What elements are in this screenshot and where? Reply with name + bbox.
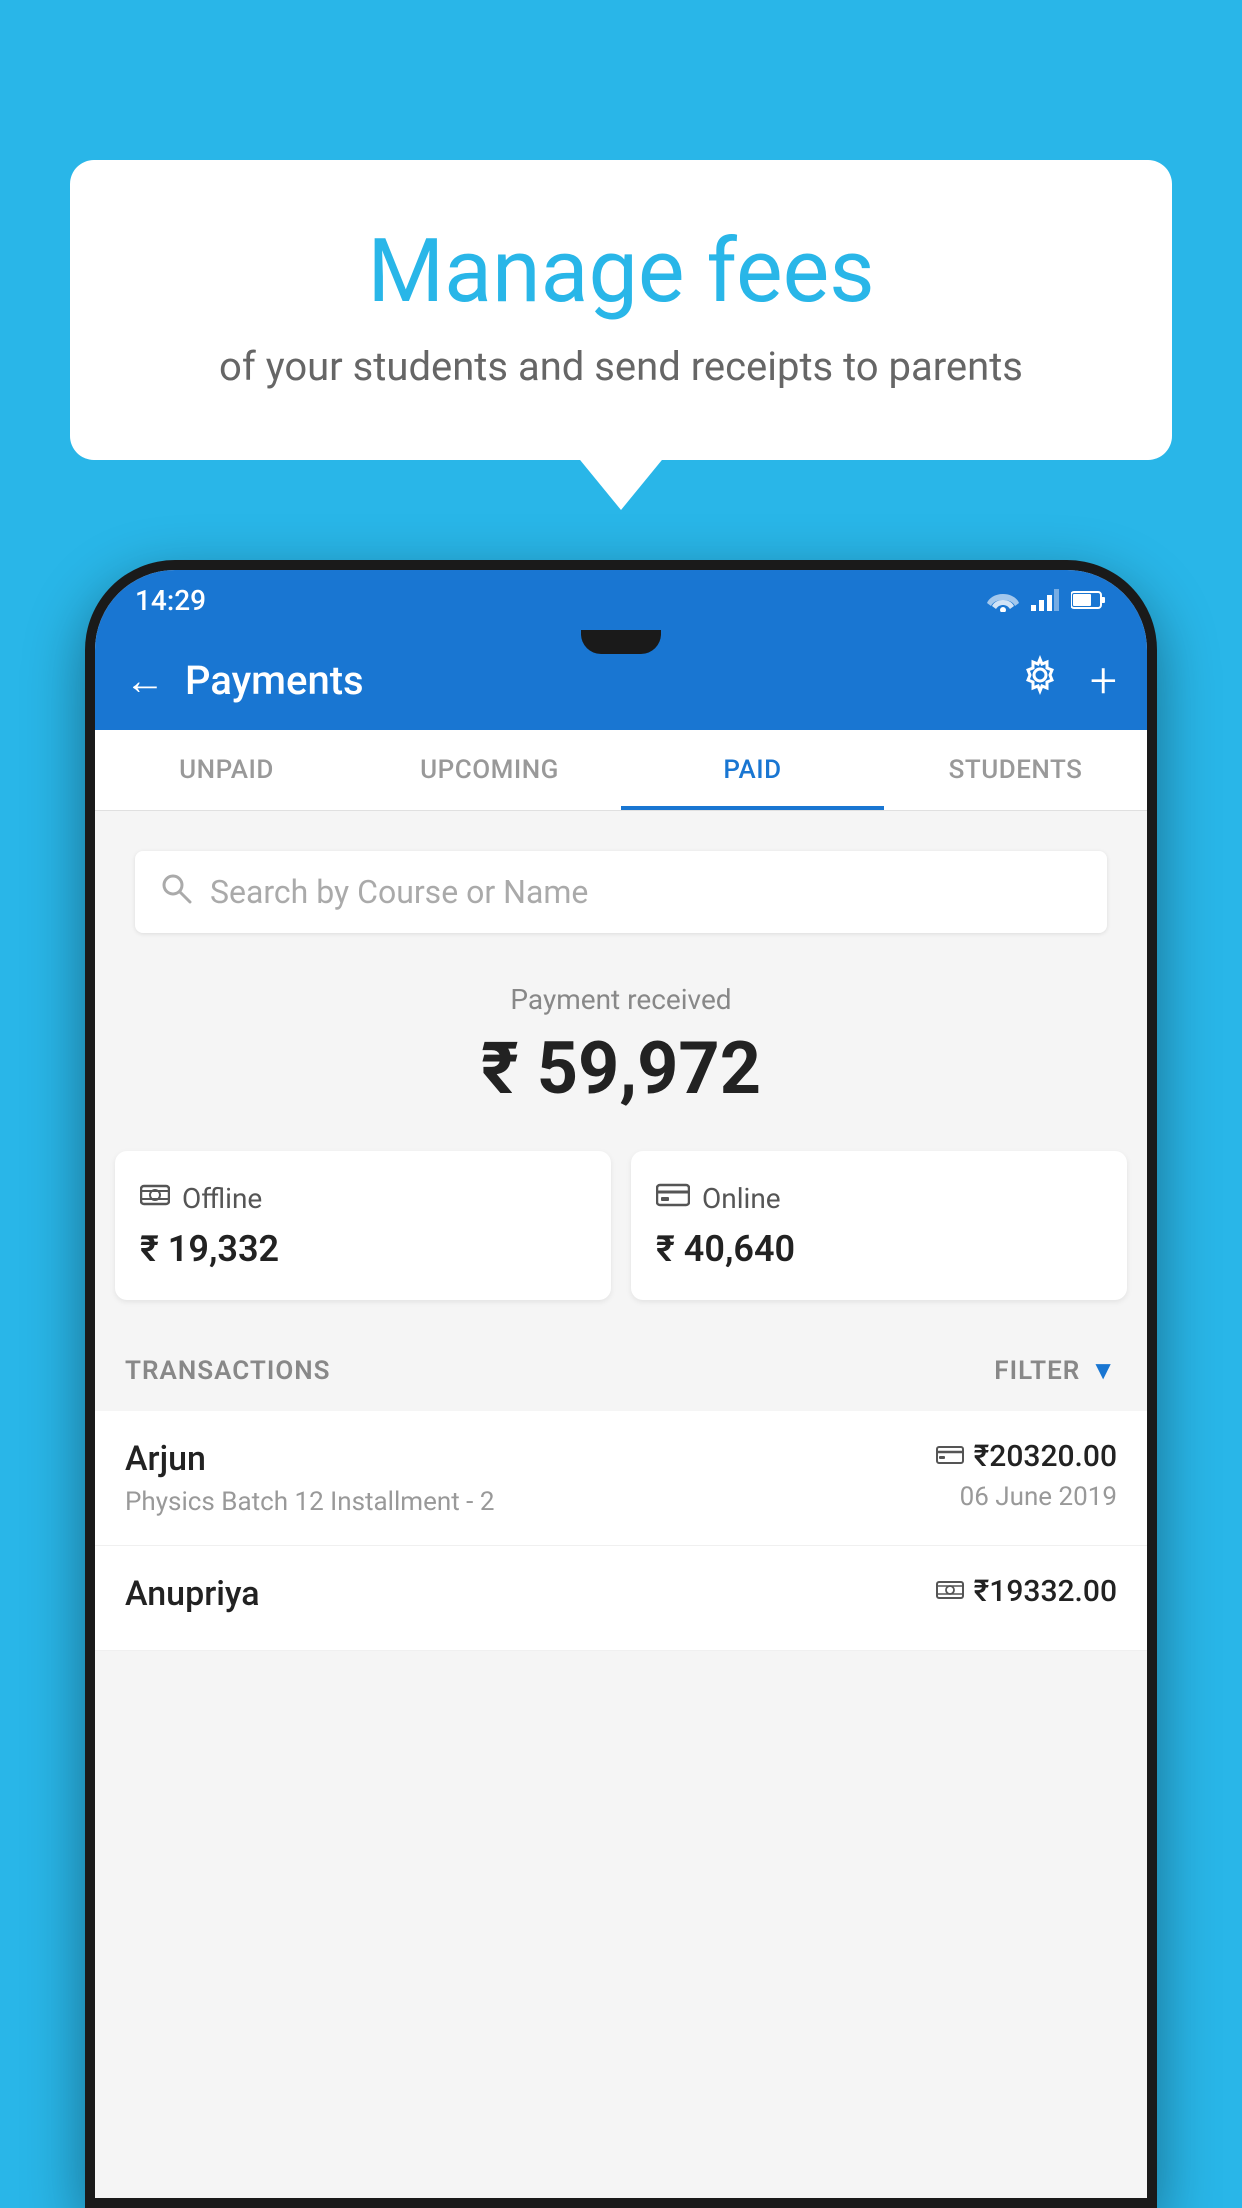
card-payment-icon bbox=[936, 1445, 964, 1465]
card-header-online: Online bbox=[656, 1181, 1102, 1216]
wifi-icon bbox=[987, 588, 1019, 612]
app-title: Payments bbox=[185, 657, 1020, 704]
tab-upcoming[interactable]: UPCOMING bbox=[358, 730, 621, 810]
online-amount: ₹ 40,640 bbox=[656, 1228, 1102, 1270]
status-bar: 14:29 bbox=[95, 570, 1147, 630]
filter-button[interactable]: FILTER ▼ bbox=[994, 1355, 1117, 1386]
tab-unpaid[interactable]: UNPAID bbox=[95, 730, 358, 810]
transaction-row[interactable]: Arjun Physics Batch 12 Installment - 2 ₹… bbox=[95, 1411, 1147, 1546]
app-bar-actions: + bbox=[1020, 652, 1117, 709]
transaction-amount: ₹19332.00 bbox=[974, 1574, 1117, 1609]
transaction-date: 06 June 2019 bbox=[936, 1482, 1117, 1512]
transaction-left: Anupriya bbox=[125, 1574, 260, 1622]
status-icons bbox=[987, 588, 1107, 612]
phone-frame: 14:29 bbox=[85, 560, 1157, 2208]
status-time: 14:29 bbox=[135, 584, 206, 617]
cash-payment-icon bbox=[936, 1580, 964, 1600]
transactions-header: TRANSACTIONS FILTER ▼ bbox=[95, 1330, 1147, 1411]
transaction-amount: ₹20320.00 bbox=[974, 1439, 1117, 1474]
offline-amount: ₹ 19,332 bbox=[140, 1228, 586, 1270]
transaction-right: ₹20320.00 06 June 2019 bbox=[936, 1439, 1117, 1512]
bubble-subtitle: of your students and send receipts to pa… bbox=[130, 343, 1112, 390]
cash-icon bbox=[140, 1182, 170, 1208]
offline-icon bbox=[140, 1181, 170, 1216]
magnifier-icon bbox=[160, 872, 192, 904]
speech-bubble: Manage fees of your students and send re… bbox=[70, 160, 1172, 460]
payment-label: Payment received bbox=[115, 983, 1127, 1016]
filter-icon: ▼ bbox=[1090, 1355, 1117, 1386]
payment-amount: ₹ 59,972 bbox=[115, 1026, 1127, 1111]
online-card: Online ₹ 40,640 bbox=[631, 1151, 1127, 1300]
offline-card: Offline ₹ 19,332 bbox=[115, 1151, 611, 1300]
back-button[interactable]: ← bbox=[125, 657, 165, 704]
payment-summary: Payment received ₹ 59,972 bbox=[95, 953, 1147, 1141]
transaction-card-icon bbox=[936, 1443, 964, 1471]
transaction-cash-icon bbox=[936, 1580, 964, 1604]
online-label: Online bbox=[702, 1182, 781, 1215]
phone-screen: 14:29 bbox=[95, 570, 1147, 2198]
transaction-row[interactable]: Anupriya ₹19332.00 bbox=[95, 1546, 1147, 1651]
transaction-name: Arjun bbox=[125, 1439, 494, 1479]
bubble-title: Manage fees bbox=[130, 220, 1112, 323]
transaction-amount-row: ₹19332.00 bbox=[936, 1574, 1117, 1609]
signal-icon bbox=[1031, 589, 1059, 611]
search-bar[interactable]: Search by Course or Name bbox=[135, 851, 1107, 933]
offline-label: Offline bbox=[182, 1182, 262, 1215]
battery-icon bbox=[1071, 590, 1107, 610]
tab-bar: UNPAID UPCOMING PAID STUDENTS bbox=[95, 730, 1147, 811]
filter-label: FILTER bbox=[994, 1356, 1080, 1386]
card-header-offline: Offline bbox=[140, 1181, 586, 1216]
card-icon bbox=[656, 1182, 690, 1208]
transaction-right: ₹19332.00 bbox=[936, 1574, 1117, 1617]
tab-paid[interactable]: PAID bbox=[621, 730, 884, 810]
search-placeholder: Search by Course or Name bbox=[210, 873, 588, 911]
transactions-label: TRANSACTIONS bbox=[125, 1356, 331, 1386]
transaction-amount-row: ₹20320.00 bbox=[936, 1439, 1117, 1474]
tab-students[interactable]: STUDENTS bbox=[884, 730, 1147, 810]
notch bbox=[581, 630, 661, 654]
gear-icon bbox=[1020, 655, 1060, 695]
online-icon bbox=[656, 1181, 690, 1216]
transaction-detail: Physics Batch 12 Installment - 2 bbox=[125, 1487, 494, 1517]
payment-cards: Offline ₹ 19,332 Online ₹ 40,640 bbox=[95, 1141, 1147, 1330]
speech-bubble-container: Manage fees of your students and send re… bbox=[70, 160, 1172, 460]
transaction-name: Anupriya bbox=[125, 1574, 260, 1614]
transaction-left: Arjun Physics Batch 12 Installment - 2 bbox=[125, 1439, 494, 1517]
add-button[interactable]: + bbox=[1090, 652, 1117, 709]
search-icon bbox=[160, 871, 192, 913]
settings-button[interactable] bbox=[1020, 655, 1060, 705]
